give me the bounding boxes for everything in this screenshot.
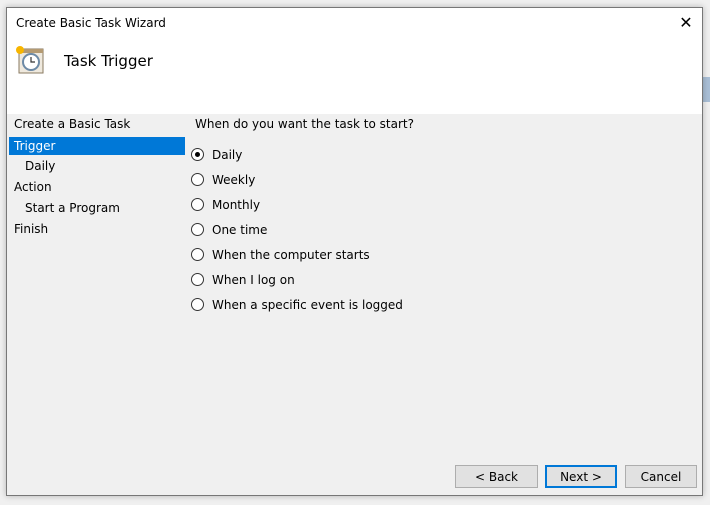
- page-title: Task Trigger: [64, 52, 153, 70]
- wizard-steps-nav: Create a Basic Task Trigger Daily Action Sta…: [7, 114, 187, 240]
- radio-label[interactable]: Daily: [212, 148, 242, 162]
- radio-button[interactable]: [191, 198, 204, 211]
- nav-step-finish: Finish: [14, 222, 49, 236]
- window-title: Create Basic Task Wizard: [16, 16, 166, 30]
- radio-one-time[interactable]: One time: [191, 217, 403, 242]
- radio-label[interactable]: Weekly: [212, 173, 255, 187]
- next-button[interactable]: Next >: [545, 465, 617, 488]
- back-button[interactable]: < Back: [455, 465, 538, 488]
- radio-monthly[interactable]: Monthly: [191, 192, 403, 217]
- radio-when-a-specific-event-is-logged[interactable]: When a specific event is logged: [191, 292, 403, 317]
- radio-button[interactable]: [191, 298, 204, 311]
- task-clock-icon: [16, 46, 44, 74]
- nav-step-action: Action: [14, 180, 52, 194]
- radio-when-the-computer-starts[interactable]: When the computer starts: [191, 242, 403, 267]
- radio-button[interactable]: [191, 173, 204, 186]
- nav-step-trigger: Trigger: [9, 137, 185, 155]
- radio-weekly[interactable]: Weekly: [191, 167, 403, 192]
- nav-step-create-a-basic-task: Create a Basic Task: [14, 117, 131, 131]
- radio-button[interactable]: [191, 223, 204, 236]
- radio-when-i-log-on[interactable]: When I log on: [191, 267, 403, 292]
- radio-label[interactable]: When I log on: [212, 273, 295, 287]
- radio-label[interactable]: When the computer starts: [212, 248, 370, 262]
- close-icon[interactable]: ✕: [675, 12, 697, 34]
- wizard-header: Create Basic Task Wizard ✕ Task Trigger: [7, 8, 702, 114]
- radio-label[interactable]: Monthly: [212, 198, 260, 212]
- cancel-button[interactable]: Cancel: [625, 465, 697, 488]
- radio-button[interactable]: [191, 273, 204, 286]
- nav-step-start-a-program: Start a Program: [25, 201, 120, 215]
- nav-step-daily: Daily: [25, 159, 56, 173]
- radio-label[interactable]: When a specific event is logged: [212, 298, 403, 312]
- radio-button[interactable]: [191, 248, 204, 261]
- wizard-dialog: Create Basic Task Wizard ✕ Task Trigger …: [6, 7, 703, 496]
- radio-label[interactable]: One time: [212, 223, 267, 237]
- trigger-options: Daily Weekly Monthly One time When the compu…: [191, 142, 403, 317]
- radio-button[interactable]: [191, 148, 204, 161]
- radio-daily[interactable]: Daily: [191, 142, 403, 167]
- trigger-question: When do you want the task to start?: [195, 117, 414, 131]
